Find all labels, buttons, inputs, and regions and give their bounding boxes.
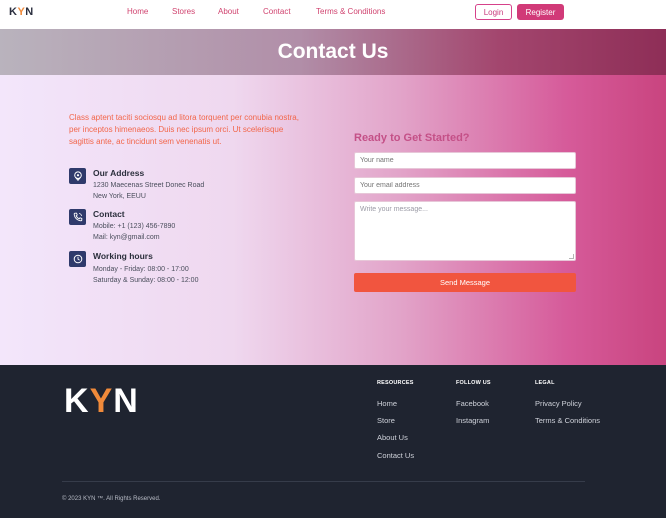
footer-link-store[interactable]: Store [377, 416, 395, 425]
logo-letter-n: N [25, 6, 34, 18]
login-button[interactable]: Login [475, 4, 512, 20]
page-title: Contact Us [277, 40, 389, 63]
footer-logo-letter-k: K [64, 382, 90, 420]
footer-link-instagram[interactable]: Instagram [456, 416, 489, 425]
email-address: Mail: kyn@gmail.com [93, 234, 160, 241]
resize-handle-icon[interactable] [569, 254, 574, 259]
nav-link-contact[interactable]: Contact [263, 7, 291, 16]
footer-divider [62, 481, 585, 482]
contact-title: Contact [93, 209, 125, 219]
contact-intro-text: Class aptent taciti sociosqu ad litora t… [69, 113, 299, 146]
nav-link-about[interactable]: About [218, 7, 239, 16]
working-hours-title: Working hours [93, 251, 153, 261]
footer-link-privacy-policy[interactable]: Privacy Policy [535, 399, 582, 408]
phone-icon [69, 209, 86, 225]
message-placeholder: Write your message... [360, 206, 428, 213]
weekend-hours: Saturday & Sunday: 08:00 - 12:00 [93, 277, 199, 284]
weekday-hours: Monday - Friday: 08:00 - 17:00 [93, 266, 189, 273]
send-message-button[interactable]: Send Message [354, 273, 576, 292]
footer-link-facebook[interactable]: Facebook [456, 399, 489, 408]
address-line-2: New York, EEUU [93, 193, 146, 200]
location-pin-icon [69, 168, 86, 184]
brand-logo[interactable]: KYN [9, 6, 34, 18]
nav-link-stores[interactable]: Stores [172, 7, 195, 16]
form-title: Ready to Get Started? [354, 132, 470, 144]
footer-logo[interactable]: KYN [64, 382, 139, 421]
email-input[interactable] [354, 177, 576, 194]
footer-link-terms[interactable]: Terms & Conditions [535, 416, 600, 425]
legal-heading: LEGAL [535, 380, 555, 386]
top-navbar: KYN Home Stores About Contact Terms & Co… [0, 0, 666, 24]
nav-link-home[interactable]: Home [127, 7, 148, 16]
footer-logo-letter-y: Y [89, 382, 114, 420]
address-title: Our Address [93, 168, 145, 178]
site-footer: KYN RESOURCES Home Store About Us Contac… [0, 365, 666, 518]
nav-link-terms[interactable]: Terms & Conditions [316, 7, 385, 16]
footer-link-about-us[interactable]: About Us [377, 433, 408, 442]
footer-link-home[interactable]: Home [377, 399, 397, 408]
mobile-number: Mobile: +1 (123) 456-7890 [93, 223, 176, 230]
contact-section: Class aptent taciti sociosqu ad litora t… [0, 75, 666, 365]
footer-link-contact-us[interactable]: Contact Us [377, 451, 414, 460]
footer-logo-letter-n: N [113, 382, 139, 420]
message-textarea[interactable]: Write your message... [354, 201, 576, 261]
clock-icon [69, 251, 86, 267]
address-line-1: 1230 Maecenas Street Donec Road [93, 182, 205, 189]
page-hero-banner: Contact Us [0, 29, 666, 75]
follow-us-heading: FOLLOW US [456, 380, 491, 386]
name-input[interactable] [354, 152, 576, 169]
register-button[interactable]: Register [517, 4, 564, 20]
resources-heading: RESOURCES [377, 380, 414, 386]
copyright-text: © 2023 KYN ™. All Rights Reserved. [62, 496, 161, 502]
